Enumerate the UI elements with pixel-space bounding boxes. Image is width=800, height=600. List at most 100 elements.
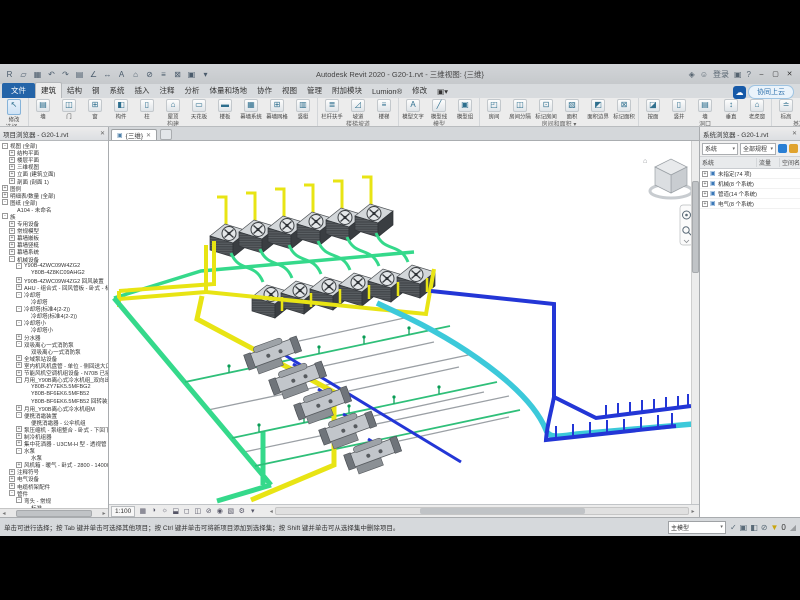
ribbon-button[interactable]: ◿ 坡道 xyxy=(346,99,370,121)
system-browser-header[interactable]: 系统浏览器 - G20-1.rvt ✕ xyxy=(700,127,800,141)
ribbon-button[interactable]: ▭ 天花板 xyxy=(187,99,211,121)
pipe-blue-main[interactable] xyxy=(431,291,691,440)
tree-item[interactable]: + 幕墙竖梃 xyxy=(0,241,108,248)
ribbon-tab[interactable]: 体量和场地 xyxy=(205,83,253,98)
expand-icon[interactable] xyxy=(23,299,29,305)
qat-icon[interactable]: ▱ xyxy=(18,69,29,80)
expand-icon[interactable] xyxy=(23,419,29,425)
ribbon-button[interactable]: ⌂ 屋顶 xyxy=(161,99,185,121)
expand-icon[interactable] xyxy=(9,206,15,212)
tree-item[interactable]: + 月用_Y90B离心式冷水机组M xyxy=(0,404,108,411)
ribbon-tab[interactable]: 建筑 xyxy=(35,82,62,98)
expand-icon[interactable]: + xyxy=(16,440,22,446)
tree-item[interactable]: 双吸离心一式消防泵 xyxy=(0,348,108,355)
expand-icon[interactable]: - xyxy=(9,256,15,262)
ribbon-button[interactable]: ↖ 修改 xyxy=(2,99,26,124)
pipe-cyan-main[interactable] xyxy=(377,303,693,436)
discipline-dropdown[interactable]: 全部规程▾ xyxy=(740,143,776,155)
ribbon-button[interactable]: ▣ 模型组 xyxy=(453,99,477,121)
ribbon-tab[interactable]: ▣▾ xyxy=(432,85,453,98)
cloud-collaboration-pill[interactable]: ☁ 协同上云 xyxy=(733,85,794,99)
ribbon-button[interactable]: ⌂ 老虎窗 xyxy=(745,99,769,121)
restore-button[interactable]: ▢ xyxy=(769,68,782,80)
view-control-icon[interactable]: ⊘ xyxy=(204,507,213,515)
expand-icon[interactable]: + xyxy=(9,469,15,475)
status-icon[interactable]: ⊘ xyxy=(761,523,768,532)
pipe-green-main[interactable] xyxy=(114,298,271,501)
expand-icon[interactable]: + xyxy=(16,362,22,368)
tree-item[interactable]: - 视图 (全部) xyxy=(0,142,108,149)
tree-item[interactable]: - 管件 xyxy=(0,490,108,497)
tree-item[interactable]: - 弯头 - 常规 xyxy=(0,497,108,504)
tree-item[interactable]: + 全域泵站设备 xyxy=(0,355,108,362)
expand-icon[interactable]: + xyxy=(16,462,22,468)
tree-item[interactable]: + 电缆桥架配件 xyxy=(0,483,108,490)
tree-item[interactable]: + 注释符号 xyxy=(0,468,108,475)
model-3d-view[interactable]: ⌂ xyxy=(109,141,694,504)
status-icon[interactable]: ▼ xyxy=(770,523,778,532)
ribbon-tab[interactable]: 插入 xyxy=(130,83,155,98)
expand-icon[interactable]: + xyxy=(9,483,15,489)
tree-item[interactable]: + 专用设备 xyxy=(0,220,108,227)
column-settings-icon[interactable] xyxy=(778,144,787,153)
qat-icon[interactable]: ▦ xyxy=(32,69,43,80)
ribbon-tab[interactable]: 结构 xyxy=(62,83,87,98)
qat-icon[interactable]: ↶ xyxy=(46,69,57,80)
system-row[interactable]: + ▣ 机械(8 个系统) xyxy=(700,179,800,189)
ribbon-button[interactable]: ⊞ 窗 xyxy=(83,99,107,121)
ribbon-button[interactable]: ▬ 楼板 xyxy=(213,99,237,121)
expand-icon[interactable]: - xyxy=(16,292,22,298)
expand-icon[interactable]: - xyxy=(2,213,8,219)
expand-icon[interactable]: + xyxy=(2,185,8,191)
infocenter-icon[interactable]: 登录 xyxy=(713,69,729,80)
ribbon-button[interactable]: ▯ 竖井 xyxy=(667,99,691,121)
tree-item[interactable]: Y80B-BF6EK6.5MFB52 回转装置 xyxy=(0,397,108,404)
close-icon[interactable]: ✕ xyxy=(100,130,105,137)
view-control-icon[interactable]: ⬓ xyxy=(171,507,180,515)
tree-item[interactable]: + 立面 (建筑立面) xyxy=(0,170,108,177)
tree-item[interactable]: + 制冷机组器 xyxy=(0,433,108,440)
infocenter-icon[interactable]: ◈ xyxy=(689,70,695,79)
ribbon-tab[interactable]: 附加模块 xyxy=(327,83,367,98)
qat-icon[interactable]: A xyxy=(116,69,127,80)
tree-item[interactable]: - 水泵 xyxy=(0,447,108,454)
ribbon-button[interactable]: ⊡ 标记房间 xyxy=(534,99,558,121)
tree-item[interactable]: - 冷却塔小 xyxy=(0,319,108,326)
project-browser-header[interactable]: 项目浏览器 - G20-1.rvt ✕ xyxy=(0,127,108,141)
tree-item[interactable]: + 室内机风机盘管 - 单位 - 侧回送大口径容量 xyxy=(0,362,108,369)
ribbon-button[interactable]: ◧ 构件 xyxy=(109,99,133,121)
expand-icon[interactable]: + xyxy=(2,192,8,198)
ribbon-button[interactable]: ◪ 按面 xyxy=(641,99,665,121)
system-row[interactable]: + ▣ 管道(14 个系统) xyxy=(700,189,800,199)
tree-item[interactable]: + 分水器 xyxy=(0,334,108,341)
expand-icon[interactable]: - xyxy=(16,306,22,312)
qat-icon[interactable]: ↷ xyxy=(60,69,71,80)
tree-item[interactable]: 冷却塔 xyxy=(0,298,108,305)
qat-icon[interactable]: ▾ xyxy=(200,69,211,80)
expand-icon[interactable] xyxy=(23,455,29,461)
project-browser-hscrollbar[interactable]: ◂▸ xyxy=(0,508,108,517)
tree-item[interactable]: + 图例 xyxy=(0,185,108,192)
expand-icon[interactable]: - xyxy=(16,341,22,347)
tree-item[interactable]: + 幕墙系统 xyxy=(0,248,108,255)
expand-icon[interactable]: + xyxy=(16,433,22,439)
tree-item[interactable]: + 泵压缩机 - 泵组整合 - 卧式 - 下回下出 xyxy=(0,426,108,433)
view-control-icon[interactable]: ▧ xyxy=(226,507,235,515)
qat-icon[interactable]: ▤ xyxy=(74,69,85,80)
tree-item[interactable]: Y80B-BF6EK6.5MFB52 xyxy=(0,390,108,397)
tree-item[interactable]: + 风机箱 - 暖气 - 卧式 - 2800 - 14000 kW xyxy=(0,461,108,468)
ribbon-button[interactable]: ▥ 竖梃 xyxy=(291,99,315,121)
ribbon-tab[interactable]: 视图 xyxy=(277,83,302,98)
ribbon-button[interactable]: ▤ 墙 xyxy=(31,99,55,121)
scale-button[interactable]: 1:100 xyxy=(111,506,135,517)
expand-icon[interactable]: + xyxy=(16,334,22,340)
ribbon-button[interactable]: ◫ 门 xyxy=(57,99,81,121)
tree-item[interactable]: + 三维视图 xyxy=(0,163,108,170)
qat-icon[interactable]: ∠ xyxy=(88,69,99,80)
infocenter-icon[interactable]: ☺ xyxy=(700,70,708,79)
tree-item[interactable]: 冷却塔小 xyxy=(0,326,108,333)
tree-item[interactable]: + 剖面 (剖面 1) xyxy=(0,177,108,184)
ribbon-tab[interactable]: 协作 xyxy=(252,83,277,98)
view-control-icon[interactable]: ◻ xyxy=(182,507,191,515)
expand-icon[interactable]: + xyxy=(16,426,22,432)
